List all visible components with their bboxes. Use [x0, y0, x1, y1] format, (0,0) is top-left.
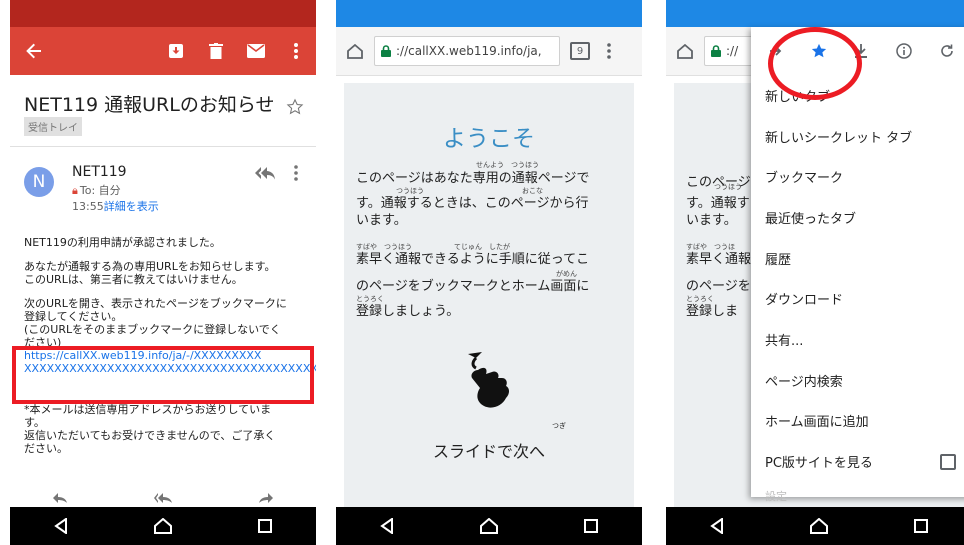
reply-all-icon[interactable]	[153, 488, 172, 507]
inbox-label[interactable]: 受信トレイ	[24, 117, 82, 136]
menu-item-find-in-page[interactable]: ページ内検索	[751, 360, 964, 401]
body-line: NET119の利用申請が承認されました。	[24, 236, 221, 249]
menu-item-share[interactable]: 共有...	[751, 319, 964, 360]
android-nav-bar	[336, 507, 642, 545]
body-line: あなたが通報する為の専用URLをお知らせします。	[24, 260, 276, 273]
more-vert-icon[interactable]	[294, 165, 298, 185]
info-icon[interactable]	[889, 36, 919, 66]
more-vert-icon[interactable]	[596, 27, 622, 75]
menu-item-settings[interactable]: 設定	[751, 482, 964, 504]
instruction-line: のページをブックマークとホーム画面に	[356, 279, 590, 294]
home-icon[interactable]	[666, 27, 704, 75]
body-line: 次のURLを開き、表示されたページをブックマークに	[24, 297, 287, 310]
recipient: 自分	[98, 184, 121, 197]
browser-screen: ://callXX.web119.info/ja, 9 ようこそ せんよう つう…	[336, 0, 642, 545]
refresh-icon[interactable]	[932, 36, 962, 66]
menu-item-recent-tabs[interactable]: 最近使ったタブ	[751, 197, 964, 238]
intro-line: このページはあなた専用の通報ページで	[356, 171, 590, 186]
recents-icon[interactable]	[245, 511, 285, 541]
browser-overflow-menu: 新しいタブ 新しいシークレット タブ ブックマーク 最近使ったタブ 履歴 ダウン…	[751, 27, 964, 503]
star-highlight-circle	[768, 27, 862, 100]
url-highlight-box	[12, 346, 314, 404]
ruby-text: つぎ	[552, 422, 566, 430]
back-triangle-icon[interactable]	[697, 511, 737, 541]
avatar[interactable]: N	[24, 167, 54, 197]
body-line: このURLは、第三者に教えてはいけません。	[24, 273, 243, 286]
url-bar[interactable]: ://callXX.web119.info/ja,	[374, 36, 560, 66]
lock-icon: 🔒︎	[72, 184, 78, 197]
delete-icon[interactable]	[196, 27, 236, 75]
slide-next-label[interactable]: スライドで次へ	[344, 438, 634, 462]
body-line: 登録してください。	[24, 310, 123, 323]
email-subject: NET119 通報URLのお知らせ	[24, 94, 275, 116]
swipe-hand-icon	[462, 348, 518, 416]
home-icon[interactable]	[336, 27, 374, 75]
tab-count[interactable]: 9	[570, 42, 590, 60]
menu-item-downloads[interactable]: ダウンロード	[751, 278, 964, 319]
ruby-text: とうろく	[356, 295, 384, 303]
desktop-site-checkbox[interactable]	[940, 454, 956, 471]
timestamp: 13:55	[72, 200, 104, 213]
url-text[interactable]: ://	[726, 44, 738, 58]
menu-item-bookmarks[interactable]: ブックマーク	[751, 156, 964, 197]
forward-icon[interactable]	[258, 488, 273, 507]
back-triangle-icon[interactable]	[367, 511, 407, 541]
show-details-link[interactable]: 詳細を表示	[104, 200, 159, 213]
back-triangle-icon[interactable]	[41, 511, 81, 541]
recents-icon[interactable]	[901, 511, 941, 541]
url-text[interactable]: ://callXX.web119.info/ja,	[396, 44, 542, 58]
footer-line: す。	[24, 416, 45, 429]
lock-icon	[711, 45, 721, 57]
welcome-title: ようこそ	[443, 126, 535, 152]
menu-item-desktop-site[interactable]: PC版サイトを見る	[751, 441, 964, 482]
lock-icon	[381, 45, 391, 57]
to-prefix: To:	[79, 184, 96, 197]
browser-toolbar: ://callXX.web119.info/ja, 9	[336, 27, 642, 76]
intro-line: います。	[356, 213, 407, 228]
android-nav-bar	[10, 507, 316, 545]
back-arrow-icon[interactable]	[10, 27, 58, 75]
recents-icon[interactable]	[571, 511, 611, 541]
instruction-line: 登録しましょう。	[356, 304, 460, 319]
email-actions-bar	[10, 488, 316, 507]
timestamp-line: 13:55詳細を表示	[72, 198, 159, 214]
recipient-line: 🔒︎ To: 自分	[72, 182, 121, 198]
status-bar	[666, 0, 964, 27]
body-line: (このURLをそのままブックマークに登録しないでく	[24, 323, 281, 336]
footer-line: 返信いただいてもお受けできませんので、ご了承く	[24, 429, 276, 442]
reply-icon[interactable]	[53, 488, 68, 507]
reply-all-icon[interactable]	[254, 165, 276, 184]
gmail-toolbar	[10, 27, 316, 75]
menu-item-incognito-tab[interactable]: 新しいシークレット タブ	[751, 116, 964, 157]
status-bar	[336, 0, 642, 27]
archive-icon[interactable]	[156, 27, 196, 75]
home-icon[interactable]	[143, 511, 183, 541]
more-vert-icon[interactable]	[276, 27, 316, 75]
status-bar	[10, 0, 316, 27]
home-icon[interactable]	[799, 511, 839, 541]
ruby-text: つうほう おこな	[396, 187, 543, 195]
menu-item-history[interactable]: 履歴	[751, 238, 964, 279]
intro-line: す。通報するときは、このページから行	[356, 196, 589, 211]
ruby-text: せんよう つうほう	[476, 161, 539, 169]
footer-line: *本メールは送信専用アドレスからお送りしていま	[24, 403, 272, 416]
android-nav-bar	[666, 507, 964, 545]
mail-icon[interactable]	[236, 27, 276, 75]
welcome-panel: ようこそ せんよう つうほう このページはあなた専用の通報ページで つうほう お…	[344, 83, 634, 507]
sender-name: NET119	[72, 164, 127, 180]
instruction-line: 素早く通報できるように手順に従ってこ	[356, 252, 590, 267]
ruby-text: がめん	[556, 270, 577, 278]
menu-item-add-to-home[interactable]: ホーム画面に追加	[751, 401, 964, 442]
menu-item-label: PC版サイトを見る	[765, 456, 873, 472]
footer-line: ださい。	[24, 442, 68, 455]
home-icon[interactable]	[469, 511, 509, 541]
browser-menu-screen: :// つうほう このページ す。通報す います。 すばや つうほ 素早く通報 …	[666, 0, 964, 545]
divider	[10, 146, 316, 147]
ruby-text: すばや つうほう てじゅん したが	[356, 243, 510, 251]
star-icon[interactable]	[286, 98, 304, 120]
gmail-screen: NET119 通報URLのお知らせ 受信トレイ N NET119 🔒︎ To: 自…	[10, 0, 316, 545]
